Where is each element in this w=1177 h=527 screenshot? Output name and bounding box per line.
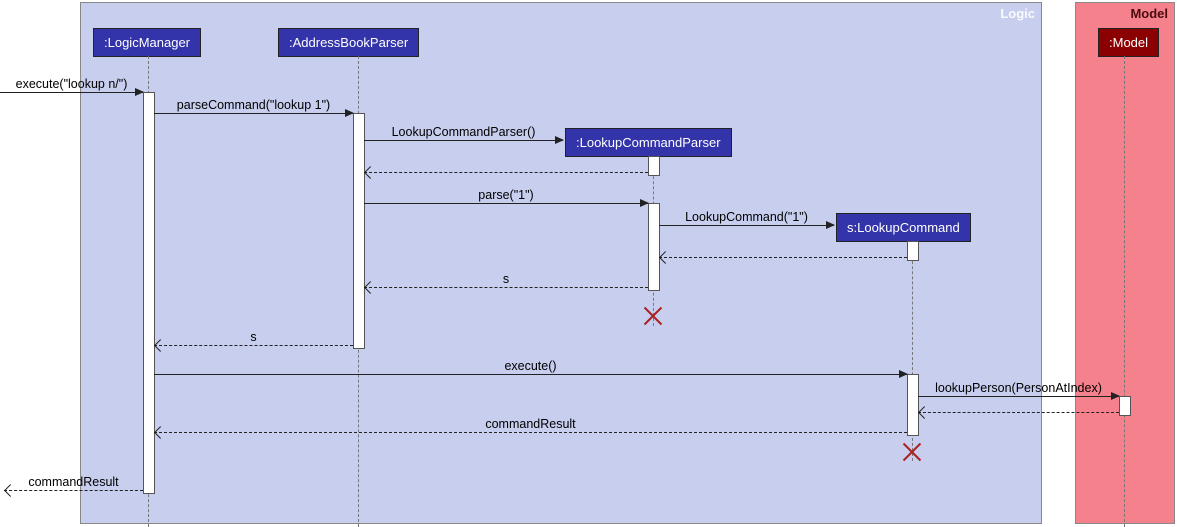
msg-command-result1: commandResult bbox=[154, 432, 907, 433]
msg-execute-in-label: execute("lookup n/") bbox=[16, 77, 128, 93]
msg-lookup-person-return bbox=[918, 412, 1119, 413]
msg-parse-label: parse("1") bbox=[478, 188, 533, 204]
msg-lc-ctor-label: LookupCommand("1") bbox=[685, 210, 808, 226]
destroy-lcp bbox=[643, 306, 663, 326]
msg-return-s2-label: s bbox=[250, 330, 256, 346]
frame-model-title: Model bbox=[1130, 6, 1168, 21]
msg-lookup-person-label: lookupPerson(PersonAtIndex) bbox=[935, 381, 1102, 397]
msg-command-result2: commandResult bbox=[4, 490, 143, 491]
msg-return-s2: s bbox=[154, 345, 353, 346]
msg-execute-label: execute() bbox=[504, 359, 556, 375]
frame-logic-title: Logic bbox=[1000, 6, 1035, 21]
msg-command-result2-label: commandResult bbox=[28, 475, 118, 491]
frame-logic: Logic bbox=[80, 2, 1042, 524]
msg-parse-command-label: parseCommand("lookup 1") bbox=[177, 98, 330, 114]
msg-return-s1: s bbox=[364, 287, 648, 288]
activation-lc-1 bbox=[907, 241, 919, 261]
activation-lc-2 bbox=[907, 374, 919, 436]
msg-lc-ctor: LookupCommand("1") bbox=[659, 225, 834, 226]
msg-execute-in: execute("lookup n/") bbox=[0, 92, 143, 93]
activation-lcp-1 bbox=[648, 156, 660, 176]
msg-lcp-ctor-label: LookupCommandParser() bbox=[392, 125, 536, 141]
msg-lc-ctor-return bbox=[659, 257, 907, 258]
msg-command-result1-label: commandResult bbox=[485, 417, 575, 433]
msg-lookup-person: lookupPerson(PersonAtIndex) bbox=[918, 396, 1119, 397]
activation-lcp-2 bbox=[648, 203, 660, 291]
participant-model: :Model bbox=[1098, 28, 1159, 57]
participant-logic-manager: :LogicManager bbox=[93, 28, 201, 57]
msg-lcp-ctor: LookupCommandParser() bbox=[364, 140, 563, 141]
participant-address-book-parser: :AddressBookParser bbox=[278, 28, 419, 57]
lifeline-model bbox=[1124, 56, 1125, 527]
activation-model bbox=[1119, 396, 1131, 416]
msg-parse: parse("1") bbox=[364, 203, 648, 204]
frame-model: Model bbox=[1075, 2, 1175, 524]
participant-lookup-command: s:LookupCommand bbox=[836, 213, 971, 242]
activation-address-book-parser bbox=[353, 113, 365, 349]
msg-return-s1-label: s bbox=[503, 272, 509, 288]
msg-execute: execute() bbox=[154, 374, 907, 375]
participant-lookup-command-parser: :LookupCommandParser bbox=[565, 128, 732, 157]
activation-logic-manager bbox=[143, 92, 155, 494]
msg-lcp-ctor-return bbox=[364, 172, 648, 173]
msg-parse-command: parseCommand("lookup 1") bbox=[154, 113, 353, 114]
destroy-lc bbox=[902, 442, 922, 462]
